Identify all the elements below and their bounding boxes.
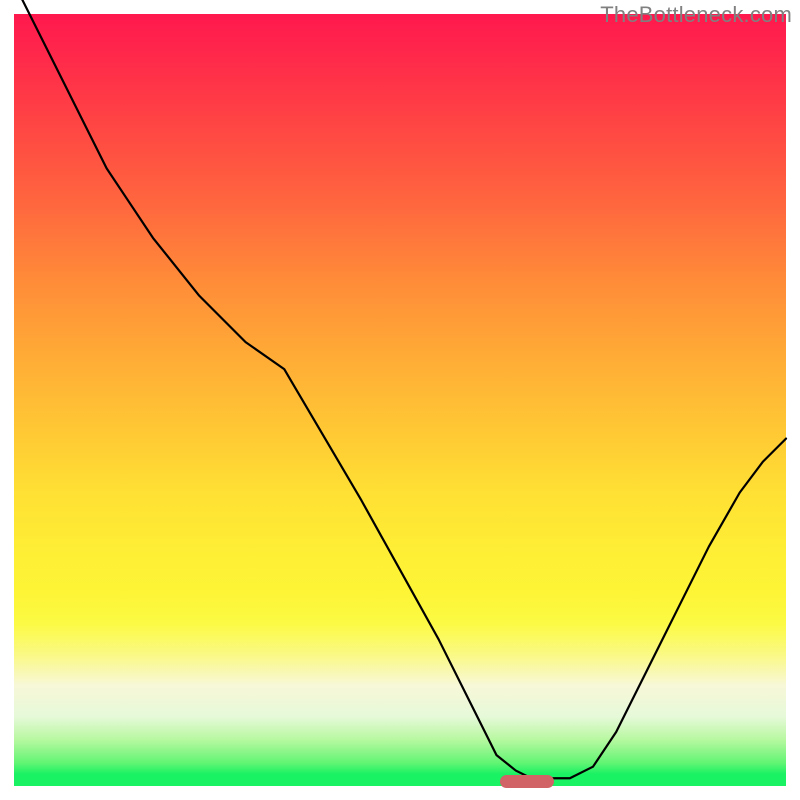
watermark: TheBottleneck.com xyxy=(600,2,792,28)
optimal-range-marker xyxy=(500,775,554,788)
bottleneck-curve xyxy=(14,14,786,786)
